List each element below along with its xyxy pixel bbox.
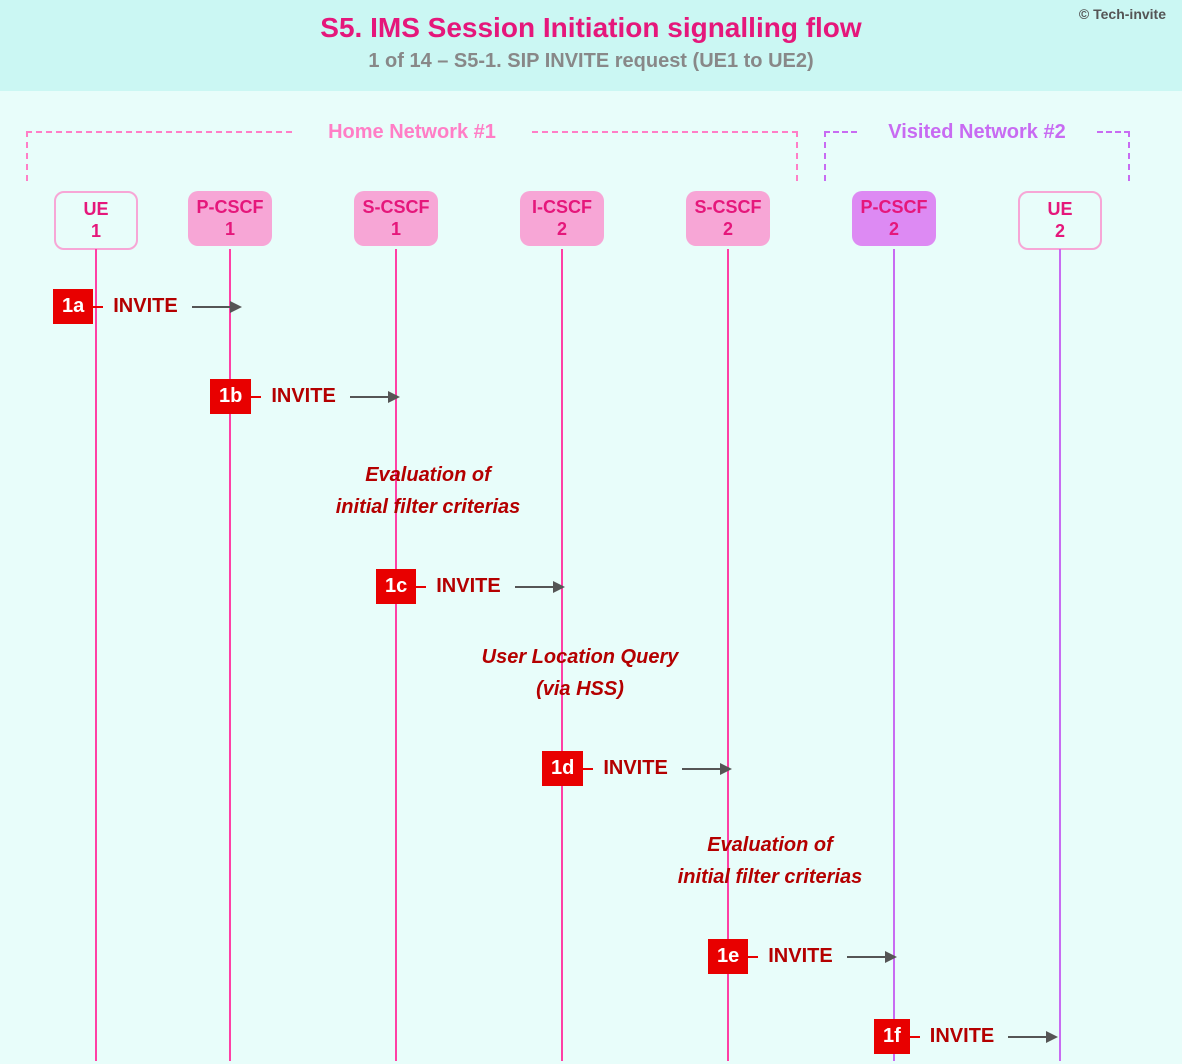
arrow-right-icon bbox=[1008, 1036, 1056, 1038]
tick-icon bbox=[748, 956, 758, 958]
step-badge-1b: 1b bbox=[210, 379, 251, 414]
step-badge-1d: 1d bbox=[542, 751, 583, 786]
actor-scscf2: S-CSCF2 bbox=[686, 191, 770, 246]
actor-box-icscf2: I-CSCF2 bbox=[520, 191, 604, 246]
tick-icon bbox=[416, 586, 426, 588]
visited-network-bracket-left bbox=[824, 131, 857, 181]
sequence-canvas: Home Network #1 Visited Network #2 UE1 P-CS… bbox=[0, 91, 1182, 1061]
actor-scscf1: S-CSCF1 bbox=[354, 191, 438, 246]
actor-pcscf1: P-CSCF1 bbox=[188, 191, 272, 246]
tick-icon bbox=[583, 768, 593, 770]
arrow-right-icon bbox=[682, 768, 730, 770]
step-1d: 1d INVITE bbox=[542, 751, 730, 786]
step-msg-1f: INVITE bbox=[930, 1025, 994, 1048]
step-badge-1a: 1a bbox=[53, 289, 93, 324]
visited-network-label: Visited Network #2 bbox=[867, 121, 1087, 144]
tick-icon bbox=[93, 306, 103, 308]
note-0: Evaluation ofinitial filter criterias bbox=[298, 459, 558, 523]
actor-ue2: UE2 bbox=[1018, 191, 1102, 250]
lifeline-ue1 bbox=[95, 249, 97, 1061]
note-2: Evaluation ofinitial filter criterias bbox=[640, 829, 900, 893]
actor-box-scscf1: S-CSCF1 bbox=[354, 191, 438, 246]
step-msg-1c: INVITE bbox=[436, 575, 500, 598]
actor-box-scscf2: S-CSCF2 bbox=[686, 191, 770, 246]
step-1e: 1e INVITE bbox=[708, 939, 895, 974]
lifeline-ue2 bbox=[1059, 249, 1061, 1061]
step-msg-1a: INVITE bbox=[113, 295, 177, 318]
step-badge-1c: 1c bbox=[376, 569, 416, 604]
page-title: S5. IMS Session Initiation signalling fl… bbox=[0, 12, 1182, 44]
actor-box-pcscf2: P-CSCF2 bbox=[852, 191, 936, 246]
arrow-right-icon bbox=[847, 956, 895, 958]
step-msg-1d: INVITE bbox=[603, 757, 667, 780]
actor-pcscf2: P-CSCF2 bbox=[852, 191, 936, 246]
lifeline-pcscf1 bbox=[229, 249, 231, 1061]
copyright-label: © Tech-invite bbox=[1079, 6, 1166, 22]
arrow-right-icon bbox=[515, 586, 563, 588]
arrow-right-icon bbox=[192, 306, 240, 308]
actor-box-ue2: UE2 bbox=[1018, 191, 1102, 250]
tick-icon bbox=[251, 396, 261, 398]
step-msg-1b: INVITE bbox=[271, 385, 335, 408]
home-network-bracket-right bbox=[532, 131, 798, 181]
home-network-bracket-left bbox=[26, 131, 292, 181]
note-1: User Location Query(via HSS) bbox=[450, 641, 710, 705]
arrow-right-icon bbox=[350, 396, 398, 398]
step-badge-1f: 1f bbox=[874, 1019, 910, 1054]
lifeline-scscf1 bbox=[395, 249, 397, 1061]
page-subtitle: 1 of 14 – S5-1. SIP INVITE request (UE1 … bbox=[0, 50, 1182, 73]
visited-network-bracket-right bbox=[1097, 131, 1130, 181]
page-header: S5. IMS Session Initiation signalling fl… bbox=[0, 0, 1182, 91]
step-1c: 1c INVITE bbox=[376, 569, 563, 604]
step-1f: 1f INVITE bbox=[874, 1019, 1056, 1054]
tick-icon bbox=[910, 1036, 920, 1038]
step-msg-1e: INVITE bbox=[768, 945, 832, 968]
actor-icscf2: I-CSCF2 bbox=[520, 191, 604, 246]
actor-box-pcscf1: P-CSCF1 bbox=[188, 191, 272, 246]
actor-box-ue1: UE1 bbox=[54, 191, 138, 250]
step-1a: 1a INVITE bbox=[53, 289, 240, 324]
step-1b: 1b INVITE bbox=[210, 379, 398, 414]
home-network-label: Home Network #1 bbox=[302, 121, 522, 144]
step-badge-1e: 1e bbox=[708, 939, 748, 974]
actor-ue1: UE1 bbox=[54, 191, 138, 250]
